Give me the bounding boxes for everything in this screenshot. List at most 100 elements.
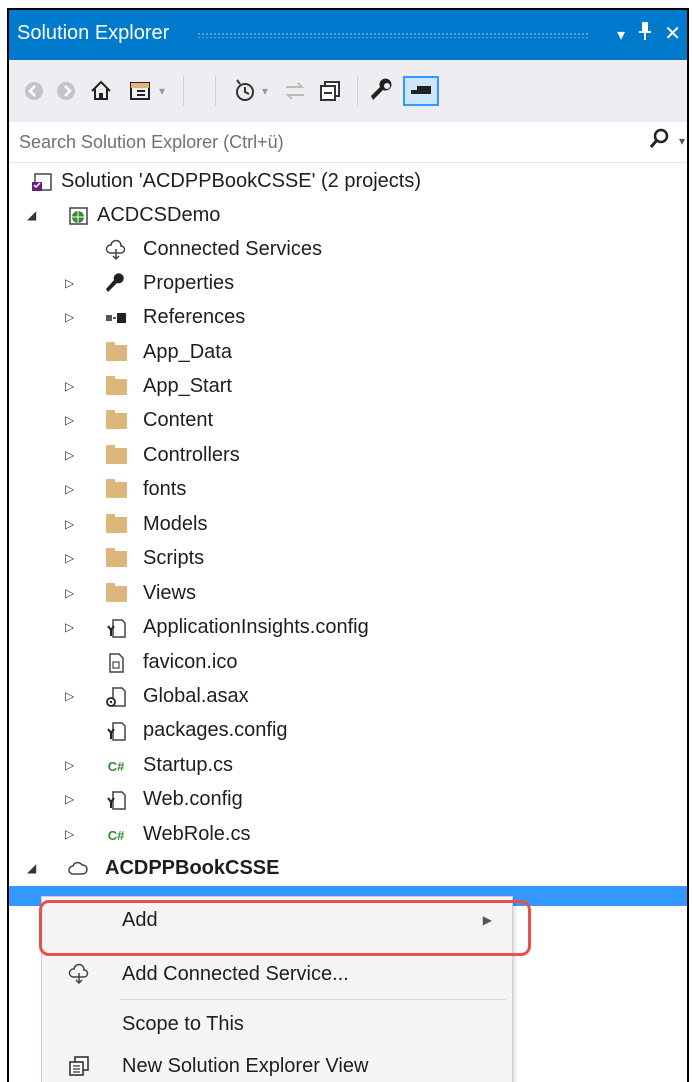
- expand-arrow-icon[interactable]: ▷: [65, 586, 74, 600]
- menu-item-scope-to-this[interactable]: Scope to This: [42, 1003, 512, 1047]
- solution-icon: [31, 171, 53, 193]
- preview-selected-items-icon[interactable]: [403, 76, 439, 106]
- properties-icon[interactable]: [367, 76, 397, 106]
- tree-item-folder[interactable]: ▷ fonts: [9, 473, 687, 507]
- close-icon[interactable]: ✕: [664, 20, 681, 48]
- tree-item-file[interactable]: ▷ C# Startup.cs: [9, 749, 687, 783]
- solution-explorer-window: Solution Explorer ▾ ✕ ▾ ▾ Search Solutio…: [7, 8, 689, 1082]
- title-bar: Solution Explorer ▾ ✕: [9, 10, 687, 60]
- forward-icon[interactable]: [53, 76, 79, 106]
- tree-item-file[interactable]: ▷ Web.config: [9, 783, 687, 817]
- folder-icon: [105, 583, 127, 605]
- tree-item-label: App_Data: [143, 341, 232, 363]
- menu-item-new-solution-explorer-view[interactable]: New Solution Explorer View: [42, 1045, 512, 1082]
- annotation-highlight: [39, 900, 531, 956]
- collapse-all-icon[interactable]: [315, 76, 345, 106]
- config-file-icon: [105, 789, 127, 811]
- tree-item-label: Connected Services: [143, 238, 322, 260]
- toolbar-separator: [357, 76, 358, 106]
- expand-arrow-icon[interactable]: ▷: [65, 758, 74, 772]
- tree-item-label: favicon.ico: [143, 651, 238, 673]
- tree-item-file[interactable]: packages.config: [9, 714, 687, 748]
- tree-item-label: ACDPPBookCSSE: [105, 857, 280, 879]
- csharp-file-icon: C#: [107, 827, 125, 843]
- tree-item-folder[interactable]: ▷ Content: [9, 404, 687, 438]
- title-grip[interactable]: [197, 32, 589, 38]
- expand-arrow-icon[interactable]: ▷: [65, 792, 74, 806]
- icon-file-icon: [105, 652, 127, 674]
- menu-separator: [120, 999, 506, 1000]
- menu-item-label: New Solution Explorer View: [122, 1055, 369, 1077]
- tree-item-label: Solution 'ACDPPBookCSSE' (2 projects): [61, 170, 422, 192]
- window-title: Solution Explorer: [17, 22, 170, 44]
- tree-item-label: ACDCSDemo: [97, 204, 221, 226]
- expand-arrow-icon[interactable]: ▷: [65, 551, 74, 565]
- expand-arrow-icon[interactable]: ▷: [65, 413, 74, 427]
- folder-icon: [105, 479, 127, 501]
- tree-item-file[interactable]: ▷ ApplicationInsights.config: [9, 611, 687, 645]
- menu-item-add-connected-service[interactable]: Add Connected Service...: [42, 953, 512, 997]
- expand-arrow-icon[interactable]: ▷: [65, 827, 74, 841]
- tree-item-references[interactable]: ▷ References: [9, 301, 687, 335]
- tree-item-label: fonts: [143, 478, 187, 500]
- tree-item-file[interactable]: ▷ Global.asax: [9, 680, 687, 714]
- expand-arrow-icon[interactable]: ▷: [65, 517, 74, 531]
- tree-item-folder[interactable]: App_Data: [9, 336, 687, 370]
- toolbar: ▾ ▾: [9, 60, 687, 123]
- switch-views-icon[interactable]: ▾: [121, 76, 173, 106]
- search-bar[interactable]: Search Solution Explorer (Ctrl+ü) ▾: [9, 122, 687, 163]
- wrench-icon: [105, 273, 127, 295]
- search-options-dropdown-icon[interactable]: ▾: [679, 134, 685, 148]
- pending-changes-icon[interactable]: ▾: [223, 76, 277, 106]
- tree-item-label: Controllers: [143, 444, 240, 466]
- search-input[interactable]: Search Solution Explorer (Ctrl+ü): [19, 132, 284, 153]
- tree-item-connected-services[interactable]: Connected Services: [9, 233, 687, 267]
- tree-item-label: packages.config: [143, 719, 288, 741]
- tree-item-label: Startup.cs: [143, 754, 234, 776]
- expand-arrow-icon[interactable]: ▷: [65, 620, 74, 634]
- search-icon[interactable]: [649, 128, 669, 156]
- expand-arrow-icon[interactable]: ▷: [65, 689, 74, 703]
- folder-icon: [105, 548, 127, 570]
- tree-item-label: Global.asax: [143, 685, 249, 707]
- collapse-arrow-icon[interactable]: ◢: [27, 208, 36, 222]
- pin-icon[interactable]: [637, 20, 653, 50]
- folder-icon: [105, 445, 127, 467]
- tree-item-properties[interactable]: ▷ Properties: [9, 267, 687, 301]
- tree-item-label: Web.config: [143, 788, 243, 810]
- collapse-arrow-icon[interactable]: ◢: [27, 861, 36, 875]
- tree-item-folder[interactable]: ▷ Scripts: [9, 542, 687, 576]
- home-icon[interactable]: [87, 76, 115, 106]
- connected-services-icon: [105, 239, 127, 261]
- tree-item-label: WebRole.cs: [143, 823, 251, 845]
- tree-item-solution[interactable]: Solution 'ACDPPBookCSSE' (2 projects): [9, 165, 687, 199]
- config-file-icon: [105, 720, 127, 742]
- tree-item-folder[interactable]: ▷ Controllers: [9, 439, 687, 473]
- window-menu-dropdown-icon[interactable]: ▾: [617, 22, 625, 50]
- tree-item-project-acdcsdemo[interactable]: ◢ ACDCSDemo: [9, 199, 687, 233]
- tree-item-label: References: [143, 306, 246, 328]
- folder-icon: [105, 376, 127, 398]
- expand-arrow-icon[interactable]: ▷: [65, 310, 74, 324]
- tree-item-folder[interactable]: ▷ App_Start: [9, 370, 687, 404]
- menu-item-label: Scope to This: [122, 1013, 244, 1035]
- cloud-project-icon: [67, 858, 89, 880]
- expand-arrow-icon[interactable]: ▷: [65, 276, 74, 290]
- tree-item-file[interactable]: favicon.ico: [9, 646, 687, 680]
- toolbar-separator: [183, 76, 184, 106]
- toolbar-separator: [215, 76, 216, 106]
- back-icon[interactable]: [21, 76, 47, 106]
- config-file-icon: [105, 617, 127, 639]
- tree-item-folder[interactable]: ▷ Views: [9, 577, 687, 611]
- sync-icon[interactable]: [281, 76, 309, 106]
- folder-icon: [105, 514, 127, 536]
- tree-item-label: Models: [143, 513, 208, 535]
- tree-item-label: Scripts: [143, 547, 205, 569]
- expand-arrow-icon[interactable]: ▷: [65, 482, 74, 496]
- tree-item-file[interactable]: ▷ C# WebRole.cs: [9, 818, 687, 852]
- expand-arrow-icon[interactable]: ▷: [65, 448, 74, 462]
- menu-item-label: Add Connected Service...: [122, 963, 349, 985]
- tree-item-folder[interactable]: ▷ Models: [9, 508, 687, 542]
- expand-arrow-icon[interactable]: ▷: [65, 379, 74, 393]
- tree-item-project-acdppbookcsse[interactable]: ◢ ACDPPBookCSSE: [9, 852, 687, 886]
